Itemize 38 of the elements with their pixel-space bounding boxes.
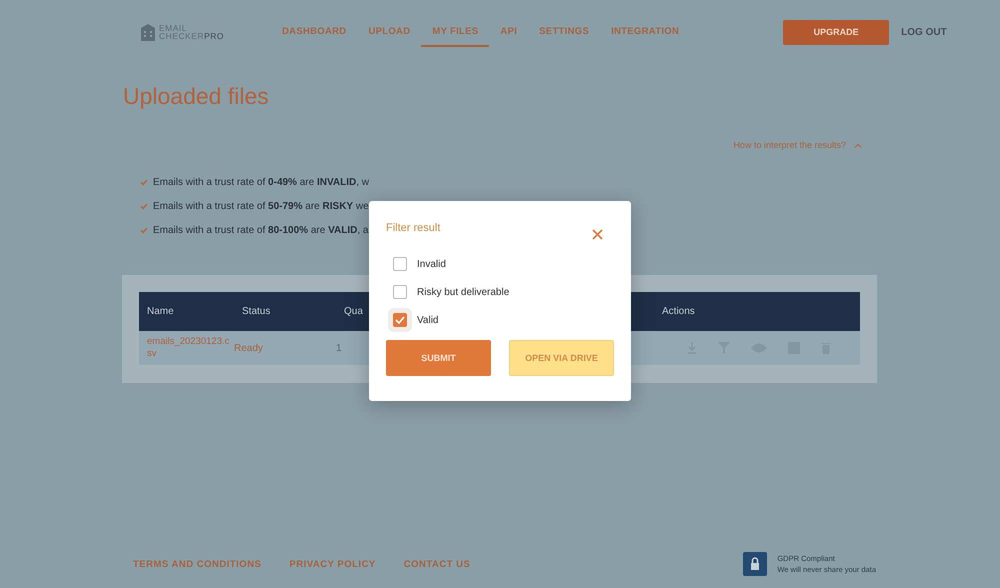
- check-icon: [140, 203, 148, 210]
- option-label: Invalid: [417, 258, 446, 270]
- nav-link[interactable]: MY FILES: [421, 18, 490, 46]
- column-header: Status: [242, 306, 272, 317]
- dialog-title: Filter result: [386, 222, 440, 234]
- checkbox[interactable]: [393, 257, 407, 271]
- checkbox[interactable]: [393, 285, 407, 299]
- rule-text: Emails with a trust rate of 80-100% are VALID, a: [153, 225, 368, 236]
- footer-link[interactable]: CONTACT US: [404, 558, 470, 570]
- column-header: Name: [146, 306, 175, 317]
- check-icon: [140, 179, 148, 186]
- nav-link[interactable]: DASHBOARD: [271, 18, 358, 46]
- nav-link[interactable]: INTEGRATION: [600, 18, 690, 46]
- rule-text: Emails with a trust rate of 50-79% are RISKY we: [153, 201, 369, 212]
- submit-button[interactable]: SUBMIT: [386, 340, 491, 376]
- column-header: Actions: [662, 306, 696, 317]
- rule-text: Emails with a trust rate of 0-49% are INVALID, w: [153, 177, 370, 188]
- nav-link[interactable]: SETTINGS: [528, 18, 600, 46]
- option-label: Risky but deliverable: [417, 286, 510, 298]
- footer-link[interactable]: TERMS AND CONDITIONS: [133, 558, 262, 570]
- check-icon: [140, 227, 148, 234]
- chevron-up-icon: [854, 142, 862, 148]
- interpret-link[interactable]: How to interpret the results?: [733, 140, 846, 150]
- logout-link[interactable]: LOG OUT: [901, 26, 947, 38]
- table-cell-text: 1: [336, 342, 343, 354]
- open-via-drive-button[interactable]: OPEN VIA DRIVE: [509, 340, 614, 376]
- upgrade-button[interactable]: UPGRADE: [783, 20, 890, 44]
- padlock-icon: [743, 552, 768, 576]
- nav-link[interactable]: API: [489, 18, 528, 46]
- nav-link[interactable]: UPLOAD: [357, 18, 422, 46]
- footer-link[interactable]: PRIVACY POLICY: [289, 558, 376, 570]
- building-icon: [140, 23, 156, 41]
- close-icon[interactable]: [592, 229, 603, 240]
- status-cell-text: Ready: [234, 342, 264, 354]
- file-link[interactable]: emails_20230123.csv: [139, 336, 234, 360]
- page-title: Uploaded files: [123, 83, 270, 110]
- column-header: Qua: [344, 306, 364, 317]
- option-label: Valid: [417, 314, 438, 326]
